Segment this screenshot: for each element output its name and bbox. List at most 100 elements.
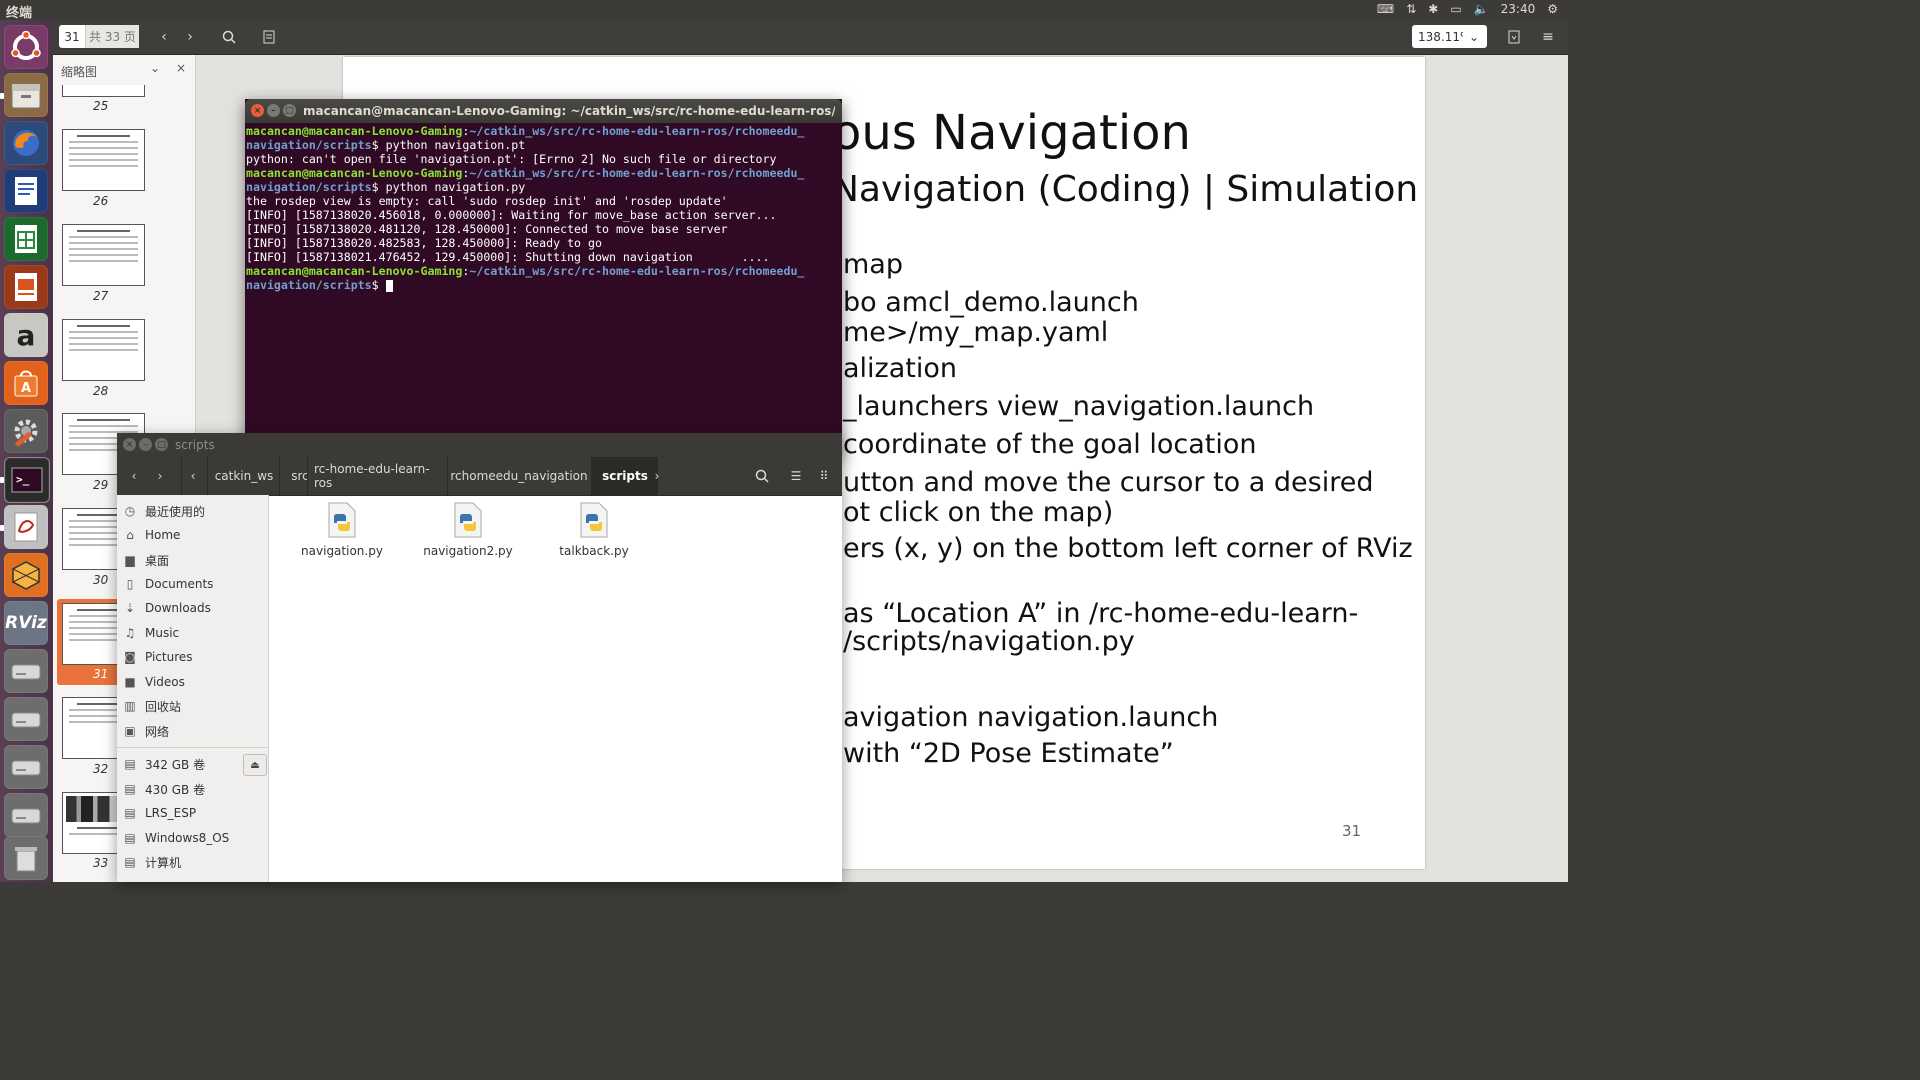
prompt-path: ~/catkin_ws/src/rc-home-edu-learn-ros/rc… — [469, 124, 805, 138]
chevron-down-icon[interactable]: ⌄ — [150, 61, 160, 75]
calc-icon[interactable] — [4, 217, 48, 261]
impress-icon[interactable] — [4, 265, 48, 309]
sidebar-item-music[interactable]: ♫ Music — [123, 621, 180, 645]
save-document-icon[interactable] — [1503, 26, 1525, 48]
minimize-icon[interactable]: – — [139, 438, 152, 451]
sidebar-item-downloads[interactable]: ⇣ Downloads — [123, 596, 211, 620]
current-page-input[interactable]: 31 — [59, 25, 86, 48]
eject-icon[interactable]: ⏏ — [243, 754, 267, 776]
sidebar-item-volume[interactable]: ▤ 430 GB 卷 — [123, 777, 205, 801]
bluetooth-icon[interactable]: ✱ — [1428, 2, 1438, 16]
menu-icon[interactable]: ≡ — [1537, 26, 1559, 48]
drive-icon: ▤ — [124, 782, 136, 796]
software-center-icon[interactable]: A — [4, 361, 48, 405]
slide-title: ous Navigation — [832, 105, 1191, 161]
top-panel: 终端 ⌨ ⇅ ✱ ▭ 🔈 23:40 ⚙ — [0, 0, 1568, 21]
grid-view-icon[interactable]: ⠿ — [813, 457, 835, 495]
trash-icon[interactable] — [4, 836, 48, 880]
sidebar-item-pictures[interactable]: ◙ Pictures — [123, 645, 192, 669]
close-icon[interactable]: × — [251, 104, 264, 117]
zoom-selector[interactable]: 138.11% ⌄ — [1412, 25, 1487, 48]
prompt-path: ~/catkin_ws/src/rc-home-edu-learn-ros/rc… — [469, 264, 805, 278]
file-name: navigation.py — [301, 544, 383, 558]
sidebar-item-documents[interactable]: ▯ Documents — [123, 572, 214, 596]
document-viewer-icon[interactable] — [4, 505, 48, 549]
sidebar-item-desktop[interactable]: ▆ 桌面 — [123, 548, 169, 572]
drive-icon: ▤ — [124, 806, 136, 820]
sidebar-item-volume[interactable]: ▤ 342 GB 卷 — [123, 752, 205, 776]
clock[interactable]: 23:40 — [1501, 2, 1536, 16]
terminal-icon[interactable]: >_ — [4, 457, 50, 503]
breadcrumb-item[interactable]: rchomeedu_navigation — [447, 457, 590, 495]
close-icon[interactable]: × — [123, 438, 136, 451]
terminal-output[interactable]: macancan@macancan-Lenovo-Gaming:~/catkin… — [245, 123, 842, 292]
output-line: [INFO] [1587138020.456018, 0.000000]: Wa… — [246, 208, 777, 222]
volume-icon[interactable]: 🔈 — [1474, 2, 1489, 16]
drive-icon[interactable] — [4, 793, 48, 837]
sidebar-item-volume[interactable]: ▤ Windows8_OS — [123, 826, 229, 850]
search-icon[interactable] — [751, 457, 773, 495]
next-page-button[interactable]: › — [180, 26, 200, 48]
minimize-icon[interactable]: – — [267, 104, 280, 117]
rviz-icon[interactable]: RViz — [4, 601, 48, 645]
breadcrumb-item[interactable]: rc-home-edu-learn-ros — [307, 457, 448, 495]
search-icon[interactable] — [218, 26, 240, 48]
virtualbox-icon[interactable] — [4, 553, 48, 597]
page-selector[interactable]: 31 共 33 页 — [59, 25, 139, 48]
thumbnail[interactable] — [62, 85, 145, 97]
slide-page-number: 31 — [1342, 822, 1362, 840]
breadcrumb-right-arrow[interactable]: › — [649, 457, 665, 495]
prompt-user: macancan@macancan-Lenovo-Gaming — [246, 124, 463, 138]
command-text: python navigation.pt — [378, 138, 526, 152]
document-viewer-toolbar: 31 共 33 页 ‹ › 138.11% ⌄ ≡ — [53, 20, 1568, 55]
sidebar-item-home[interactable]: ⌂ Home — [123, 523, 180, 547]
file-manager-titlebar[interactable]: × – □ scripts — [117, 433, 842, 457]
thumbnail[interactable] — [62, 129, 145, 191]
list-view-icon[interactable]: ☰ — [785, 457, 807, 495]
file-item[interactable]: talkback.py — [539, 502, 649, 558]
files-icon[interactable] — [4, 73, 48, 117]
network-icon[interactable]: ⇅ — [1406, 2, 1416, 16]
sidebar-item-trash[interactable]: ▥ 回收站 — [123, 694, 181, 718]
maximize-icon[interactable]: □ — [155, 438, 168, 451]
slide-line: /scripts/navigation.py — [843, 626, 1135, 657]
drive-icon[interactable] — [4, 649, 48, 693]
gear-icon[interactable]: ⚙ — [1547, 2, 1558, 16]
terminal-titlebar[interactable]: × – □ macancan@macancan-Lenovo-Gaming: ~… — [245, 99, 842, 123]
file-item[interactable]: navigation2.py — [413, 502, 523, 558]
svg-text:A: A — [21, 381, 31, 396]
close-icon[interactable]: × — [176, 61, 186, 75]
writer-icon[interactable] — [4, 169, 48, 213]
breadcrumb-item-current[interactable]: scripts — [591, 457, 658, 495]
thumbnail[interactable] — [62, 224, 145, 286]
terminal-window[interactable]: × – □ macancan@macancan-Lenovo-Gaming: ~… — [245, 99, 842, 457]
file-item[interactable]: navigation.py — [287, 502, 397, 558]
previous-page-button[interactable]: ‹ — [154, 26, 174, 48]
sidebar-item-network[interactable]: ▣ 网络 — [123, 719, 169, 743]
settings-icon[interactable] — [4, 409, 48, 453]
amazon-icon[interactable]: a — [4, 313, 48, 357]
firefox-icon[interactable] — [4, 121, 48, 165]
sidebar-item-recent[interactable]: ◷ 最近使用的 — [123, 499, 205, 523]
annotations-icon[interactable] — [258, 26, 280, 48]
drive-icon[interactable] — [4, 697, 48, 741]
forward-button[interactable]: › — [149, 457, 171, 495]
sidebar-item-volume[interactable]: ▤ LRS_ESP — [123, 801, 196, 825]
thumbnail-number: 26 — [93, 194, 109, 208]
drive-icon[interactable] — [4, 745, 48, 789]
sidebar-item-videos[interactable]: ■ Videos — [123, 670, 185, 694]
keyboard-icon[interactable]: ⌨ — [1377, 2, 1394, 16]
battery-icon[interactable]: ▭ — [1450, 2, 1461, 16]
ubuntu-dash-icon[interactable] — [4, 25, 48, 69]
breadcrumb-left-arrow[interactable]: ‹ — [181, 457, 204, 495]
slide-line: map — [843, 249, 903, 280]
breadcrumb-item[interactable]: catkin_ws — [207, 457, 280, 495]
sidebar-item-computer[interactable]: ▤ 计算机 — [123, 850, 181, 874]
svg-text:>_: >_ — [16, 473, 30, 486]
back-button[interactable]: ‹ — [123, 457, 145, 495]
maximize-icon[interactable]: □ — [283, 104, 296, 117]
file-manager-window[interactable]: × – □ scripts ‹ › ‹ catkin_ws src rc-hom… — [117, 433, 842, 882]
thumbnail[interactable] — [62, 319, 145, 381]
prompt-dollar: $ — [371, 138, 379, 152]
chevron-down-icon: ⌄ — [1469, 29, 1480, 44]
